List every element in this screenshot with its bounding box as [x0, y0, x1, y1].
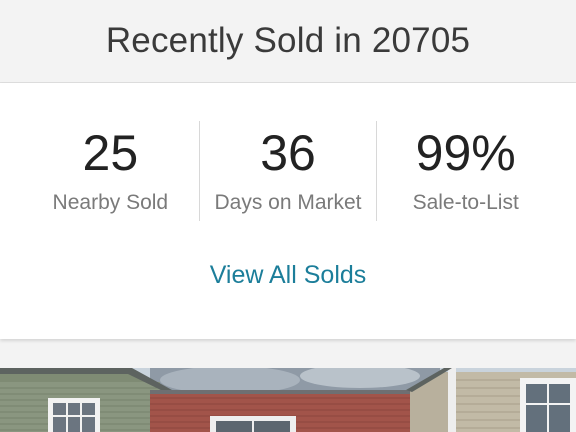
house-photo-image	[0, 368, 576, 432]
section-title: Recently Sold in 20705	[105, 21, 471, 60]
stat-label: Nearby Sold	[52, 191, 169, 214]
stat-label: Days on Market	[214, 191, 362, 214]
stat-value: 36	[260, 125, 316, 181]
stats-row: 25 Nearby Sold 36 Days on Market 99% Sal…	[22, 121, 554, 221]
stat-days-on-market: 36 Days on Market	[198, 121, 377, 221]
stat-nearby-sold: 25 Nearby Sold	[22, 121, 199, 221]
stat-value: 99%	[415, 125, 516, 181]
section-header: Recently Sold in 20705	[0, 0, 576, 83]
stat-value: 25	[82, 125, 139, 181]
stat-sale-to-list: 99% Sale-to-List	[376, 121, 554, 221]
recently-sold-card: 25 Nearby Sold 36 Days on Market 99% Sal…	[0, 83, 576, 339]
view-all-solds-link[interactable]: View All Solds	[0, 261, 576, 290]
listing-photo[interactable]	[0, 368, 576, 432]
stat-label: Sale-to-List	[412, 191, 519, 214]
